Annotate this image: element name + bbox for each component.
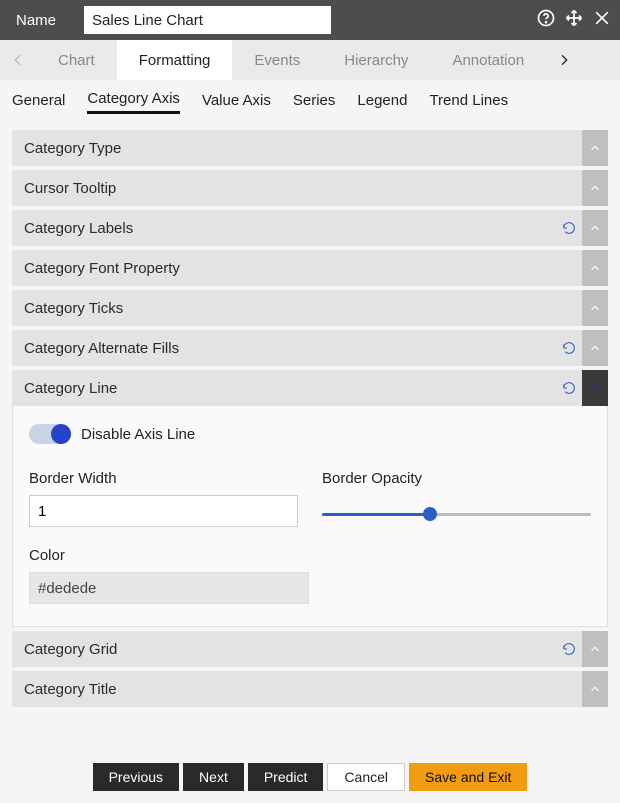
section-header[interactable]: Category Alternate Fills	[12, 330, 608, 366]
section-category-alternate-fills: Category Alternate Fills	[12, 330, 608, 366]
subtab-series[interactable]: Series	[293, 88, 336, 113]
section-title: Category Labels	[24, 220, 556, 237]
section-category-line: Category Line Disable Axis Line Border W…	[12, 370, 608, 627]
subtab-legend[interactable]: Legend	[357, 88, 407, 113]
tab-chart[interactable]: Chart	[36, 40, 117, 80]
next-button[interactable]: Next	[183, 763, 244, 791]
section-header[interactable]: Cursor Tooltip	[12, 170, 608, 206]
section-category-labels: Category Labels	[12, 210, 608, 246]
subtab-trend-lines[interactable]: Trend Lines	[429, 88, 508, 113]
subtab-category-axis[interactable]: Category Axis	[87, 86, 180, 114]
section-title: Category Font Property	[24, 260, 582, 277]
sub-tabs: General Category Axis Value Axis Series …	[0, 80, 620, 120]
collapse-toggle[interactable]	[582, 631, 608, 667]
section-header[interactable]: Category Font Property	[12, 250, 608, 286]
section-header[interactable]: Category Title	[12, 671, 608, 707]
footer-buttons: Previous Next Predict Cancel Save and Ex…	[0, 763, 620, 791]
section-title: Category Ticks	[24, 300, 582, 317]
reset-icon[interactable]	[556, 220, 582, 236]
section-title: Category Grid	[24, 641, 556, 658]
disable-axis-line-row: Disable Axis Line	[29, 424, 591, 444]
section-title: Category Line	[24, 380, 556, 397]
border-opacity-slider[interactable]	[322, 495, 591, 516]
close-icon[interactable]	[592, 8, 612, 33]
section-title: Category Type	[24, 140, 582, 157]
collapse-toggle[interactable]	[582, 250, 608, 286]
section-title: Cursor Tooltip	[24, 180, 582, 197]
color-label: Color	[29, 547, 309, 564]
section-category-ticks: Category Ticks	[12, 290, 608, 326]
border-width-label: Border Width	[29, 470, 298, 487]
reset-icon[interactable]	[556, 340, 582, 356]
collapse-toggle[interactable]	[582, 290, 608, 326]
previous-button[interactable]: Previous	[93, 763, 179, 791]
move-icon[interactable]	[564, 8, 584, 33]
cancel-button[interactable]: Cancel	[327, 763, 405, 791]
section-title: Category Title	[24, 681, 582, 698]
section-body: Disable Axis Line Border Width Border Op…	[12, 406, 608, 627]
fields-row: Border Width Border Opacity	[29, 470, 591, 527]
section-header[interactable]: Category Type	[12, 130, 608, 166]
tab-events[interactable]: Events	[232, 40, 322, 80]
reset-icon[interactable]	[556, 380, 582, 396]
predict-button[interactable]: Predict	[248, 763, 324, 791]
collapse-toggle[interactable]	[582, 210, 608, 246]
section-category-grid: Category Grid	[12, 631, 608, 667]
section-category-title: Category Title	[12, 671, 608, 707]
section-category-font-property: Category Font Property	[12, 250, 608, 286]
border-opacity-label: Border Opacity	[322, 470, 591, 487]
collapse-toggle[interactable]	[582, 330, 608, 366]
tab-hierarchy[interactable]: Hierarchy	[322, 40, 430, 80]
section-header[interactable]: Category Ticks	[12, 290, 608, 326]
section-header[interactable]: Category Grid	[12, 631, 608, 667]
help-icon[interactable]	[536, 8, 556, 33]
disable-axis-line-label: Disable Axis Line	[81, 426, 195, 443]
save-and-exit-button[interactable]: Save and Exit	[409, 763, 527, 791]
collapse-toggle[interactable]	[582, 170, 608, 206]
toggle-knob	[51, 424, 71, 444]
collapse-toggle[interactable]	[582, 130, 608, 166]
border-width-input[interactable]	[29, 495, 298, 527]
tab-annotation[interactable]: Annotation	[430, 40, 546, 80]
collapse-toggle[interactable]	[582, 370, 608, 406]
main-tabs: Chart Formatting Events Hierarchy Annota…	[0, 40, 620, 80]
sections-container: Category Type Cursor Tooltip Category La…	[0, 120, 620, 707]
tabs-scroll-right[interactable]	[546, 40, 582, 80]
section-header[interactable]: Category Line	[12, 370, 608, 406]
reset-icon[interactable]	[556, 641, 582, 657]
color-input[interactable]	[29, 572, 309, 604]
border-opacity-field: Border Opacity	[322, 470, 591, 527]
border-width-field: Border Width	[29, 470, 298, 527]
disable-axis-line-toggle[interactable]	[29, 424, 71, 444]
subtab-value-axis[interactable]: Value Axis	[202, 88, 271, 113]
section-title: Category Alternate Fills	[24, 340, 556, 357]
collapse-toggle[interactable]	[582, 671, 608, 707]
header-icons	[536, 8, 612, 33]
tab-formatting[interactable]: Formatting	[117, 40, 233, 80]
slider-thumb[interactable]	[423, 507, 437, 521]
name-label: Name	[16, 12, 56, 29]
section-category-type: Category Type	[12, 130, 608, 166]
title-bar: Name	[0, 0, 620, 40]
tabs-scroll-left[interactable]	[0, 40, 36, 80]
color-field: Color	[29, 547, 309, 604]
section-header[interactable]: Category Labels	[12, 210, 608, 246]
subtab-general[interactable]: General	[12, 88, 65, 113]
name-input[interactable]	[84, 6, 331, 34]
section-cursor-tooltip: Cursor Tooltip	[12, 170, 608, 206]
